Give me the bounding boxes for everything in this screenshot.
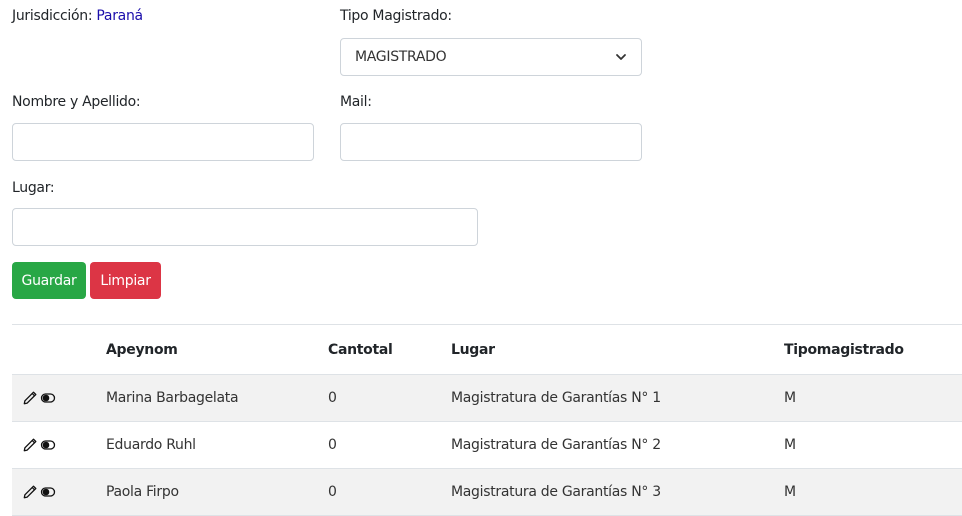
toggle-icon[interactable]: [40, 390, 56, 406]
pencil-icon[interactable]: [22, 484, 38, 500]
cell-apeynom: Marina Barbagelata: [106, 390, 239, 406]
cell-tipomagistrado: M: [784, 437, 796, 453]
jurisdiccion-label: Jurisdicción: Paraná: [12, 8, 143, 24]
cell-cantotal: 0: [328, 437, 337, 453]
cell-lugar: Magistratura de Garantías N° 2: [451, 437, 661, 453]
toggle-icon[interactable]: [40, 437, 56, 453]
pencil-icon[interactable]: [22, 437, 38, 453]
pencil-icon[interactable]: [22, 390, 38, 406]
cell-apeynom: Paola Firpo: [106, 484, 179, 500]
lugar-label: Lugar:: [12, 180, 55, 196]
mail-input[interactable]: [340, 123, 642, 161]
header-cantotal[interactable]: Cantotal: [328, 325, 393, 374]
table-row: Paola Firpo 0 Magistratura de Garantías …: [12, 469, 962, 516]
chevron-down-icon: [616, 54, 626, 60]
save-button[interactable]: Guardar: [12, 262, 86, 299]
header-tipomagistrado[interactable]: Tipomagistrado: [784, 325, 904, 374]
tipo-magistrado-select[interactable]: MAGISTRADO: [340, 38, 642, 76]
cell-apeynom: Eduardo Ruhl: [106, 437, 196, 453]
table-row: Marina Barbagelata 0 Magistratura de Gar…: [12, 375, 962, 422]
mail-label: Mail:: [340, 94, 372, 110]
jurisdiccion-label-text: Jurisdicción:: [12, 8, 93, 24]
toggle-icon[interactable]: [40, 484, 56, 500]
magistrados-table: Apeynom Cantotal Lugar Tipomagistrado Ma…: [12, 324, 962, 516]
clear-button[interactable]: Limpiar: [90, 262, 161, 299]
nombre-label: Nombre y Apellido:: [12, 94, 141, 110]
cell-cantotal: 0: [328, 390, 337, 406]
cell-cantotal: 0: [328, 484, 337, 500]
header-apeynom[interactable]: Apeynom: [106, 325, 178, 374]
table-row: Eduardo Ruhl 0 Magistratura de Garantías…: [12, 422, 962, 469]
table-header-row: Apeynom Cantotal Lugar Tipomagistrado: [12, 325, 962, 375]
jurisdiccion-value-link[interactable]: Paraná: [96, 8, 143, 24]
lugar-input[interactable]: [12, 208, 478, 246]
row-actions: [22, 469, 56, 515]
header-lugar[interactable]: Lugar: [451, 325, 495, 374]
row-actions: [22, 422, 56, 468]
cell-tipomagistrado: M: [784, 390, 796, 406]
tipo-magistrado-selected-value: MAGISTRADO: [355, 49, 447, 65]
nombre-input[interactable]: [12, 123, 314, 161]
cell-lugar: Magistratura de Garantías N° 1: [451, 390, 661, 406]
cell-lugar: Magistratura de Garantías N° 3: [451, 484, 661, 500]
row-actions: [22, 375, 56, 421]
cell-tipomagistrado: M: [784, 484, 796, 500]
tipo-magistrado-label: Tipo Magistrado:: [340, 8, 452, 24]
